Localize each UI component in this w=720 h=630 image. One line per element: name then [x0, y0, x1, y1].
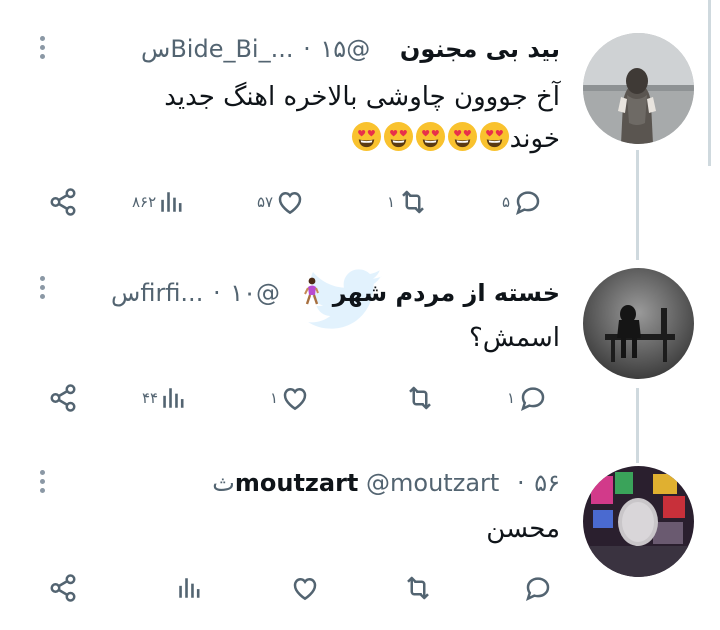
tweet-text-line: خوند [60, 118, 560, 160]
tweet-text-line: آخ جووون چاوشی بالاخره اهنگ جدید [164, 82, 560, 112]
separator-dot: · [212, 279, 221, 307]
tweet-text: محسن [60, 508, 560, 550]
like-button[interactable] [286, 568, 320, 608]
tweet-actions: ۴۴ ۱ ۱ [40, 378, 570, 418]
share-icon [50, 574, 76, 602]
like-count: ۵۷ [257, 193, 274, 211]
user-handle[interactable]: @firfi... [140, 279, 280, 307]
retweet-button[interactable] [400, 378, 436, 418]
display-name[interactable]: بید بی مجنون [400, 35, 560, 63]
tweet-header: بید بی مجنون @Bide_Bi_... · ۱۵س [141, 34, 560, 64]
reply-bubble-icon [516, 191, 540, 215]
heart-icon [283, 387, 307, 411]
display-name[interactable]: خسته از مردم شهر [292, 277, 560, 307]
tweet-actions [40, 568, 570, 608]
display-name-text: خسته از مردم شهر [332, 279, 560, 307]
reply-count: ۵ [502, 193, 511, 211]
tweet-text-fragment: خوند [509, 124, 560, 154]
views-chart-icon [163, 388, 184, 408]
tweet-text-line: اسمش؟ [469, 323, 560, 353]
heart-icon [278, 191, 302, 215]
user-handle[interactable]: @moutzart [366, 469, 499, 497]
views-chart-icon [179, 578, 200, 598]
tweet-header: moutzart @moutzart · ۵۶ث [212, 468, 560, 498]
reply-bubble-icon [521, 387, 545, 411]
tweet[interactable]: بید بی مجنون @Bide_Bi_... · ۱۵س آخ جووون… [0, 0, 720, 240]
views-count: ۸۶۲ [132, 193, 157, 211]
views-chart-icon [161, 192, 182, 212]
woman-walking-icon [304, 277, 320, 305]
reply-button[interactable]: ۵ [500, 182, 544, 222]
more-vertical-icon[interactable] [36, 470, 48, 497]
tweet-text: اسمش؟ [60, 317, 560, 359]
retweet-icon [409, 386, 431, 410]
smiling-face-with-heart-eyes-icon [479, 121, 509, 152]
share-button[interactable] [48, 378, 78, 418]
more-vertical-icon[interactable] [36, 276, 48, 303]
reply-button[interactable]: ۱ [505, 378, 549, 418]
separator-dot: · [516, 469, 525, 497]
share-icon [50, 384, 76, 412]
heart-icon [293, 577, 317, 601]
reply-count: ۱ [507, 389, 516, 407]
retweet-icon [402, 190, 424, 214]
retweet-icon [407, 576, 429, 600]
avatar[interactable] [583, 268, 694, 379]
share-icon [50, 188, 76, 216]
reply-bubble-icon [525, 577, 550, 601]
views-count: ۴۴ [142, 389, 159, 407]
retweet-count: ۱ [387, 193, 396, 211]
smiling-face-with-heart-eyes-icon [383, 121, 413, 152]
like-count: ۱ [270, 389, 279, 407]
tweet-text-line: محسن [486, 514, 560, 544]
views-button[interactable] [172, 568, 202, 608]
smiling-face-with-heart-eyes-icon [351, 121, 381, 152]
tweet-text: آخ جووون چاوشی بالاخره اهنگ جدید خوند [60, 76, 560, 160]
avatar[interactable] [583, 33, 694, 144]
tweet[interactable]: خسته از مردم شهر @firfi... · ۱۰س اسمش؟ ۴… [0, 240, 720, 440]
views-button[interactable]: ۸۶۲ [130, 182, 184, 222]
like-button[interactable]: ۱ [268, 378, 310, 418]
share-button[interactable] [48, 568, 78, 608]
tweet-actions: ۸۶۲ ۵۷ ۱ ۵ [40, 182, 570, 222]
retweet-button[interactable] [398, 568, 434, 608]
retweet-button[interactable]: ۱ [385, 182, 429, 222]
tweet[interactable]: moutzart @moutzart · ۵۶ث محسن [0, 440, 720, 630]
views-button[interactable]: ۴۴ [140, 378, 186, 418]
smiling-face-with-heart-eyes-icon [415, 121, 445, 152]
tweet-header: خسته از مردم شهر @firfi... · ۱۰س [111, 277, 560, 308]
separator-dot: · [303, 35, 311, 63]
emoji-group [350, 121, 510, 154]
display-name[interactable]: moutzart [235, 469, 359, 497]
reply-button[interactable] [518, 568, 554, 608]
avatar[interactable] [583, 466, 694, 577]
share-button[interactable] [48, 182, 78, 222]
like-button[interactable]: ۵۷ [255, 182, 305, 222]
more-vertical-icon[interactable] [36, 36, 48, 63]
smiling-face-with-heart-eyes-icon [447, 121, 477, 152]
